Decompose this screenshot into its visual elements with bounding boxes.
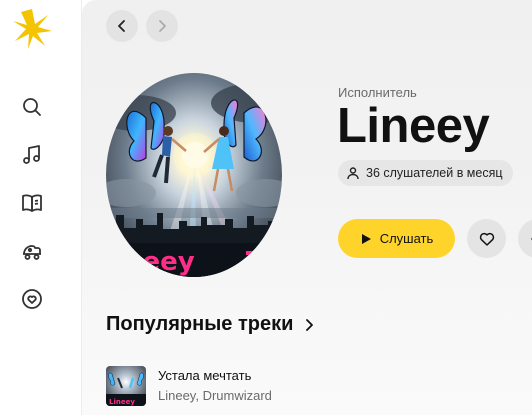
baby-car-icon[interactable]: [18, 237, 46, 265]
person-icon: [347, 167, 359, 180]
play-icon: [361, 233, 371, 244]
listeners-count: 36 слушателей в месяц: [366, 166, 503, 180]
heart-outline-icon: [479, 232, 494, 246]
yandex-music-logo-icon[interactable]: [10, 7, 54, 51]
more-icon: [530, 237, 532, 240]
back-button[interactable]: [106, 10, 138, 42]
popular-tracks-title[interactable]: Популярные треки: [106, 313, 317, 336]
popular-tracks-label: Популярные треки: [106, 313, 294, 335]
chevron-left-icon: [118, 20, 125, 32]
forward-button[interactable]: [146, 10, 178, 42]
music-note-icon[interactable]: [18, 141, 46, 169]
track-row[interactable]: Lineey Устала мечтать Lineey, Drumwizard: [106, 366, 506, 408]
track-cover-text: Lineey: [109, 398, 135, 406]
sidebar: [0, 0, 82, 415]
play-button-label: Слушать: [379, 231, 434, 246]
cover-text: neey: [124, 247, 195, 277]
book-icon[interactable]: [18, 189, 46, 217]
chevron-right-icon: [306, 318, 314, 331]
artist-page: neey Исполнитель Lineey 36 слушателей в …: [82, 0, 532, 415]
chevron-right-icon: [159, 20, 166, 32]
track-cover: Lineey: [106, 366, 146, 406]
artist-name: Lineey: [337, 99, 490, 153]
more-button[interactable]: [518, 219, 532, 258]
heart-icon[interactable]: [18, 285, 46, 313]
track-title[interactable]: Устала мечтать: [158, 368, 251, 383]
artist-cover: neey: [106, 73, 282, 277]
like-button[interactable]: [467, 219, 506, 258]
play-button[interactable]: Слушать: [338, 219, 455, 258]
track-artists[interactable]: Lineey, Drumwizard: [158, 388, 272, 403]
listeners-badge: 36 слушателей в месяц: [338, 160, 513, 186]
search-icon[interactable]: [18, 93, 46, 121]
